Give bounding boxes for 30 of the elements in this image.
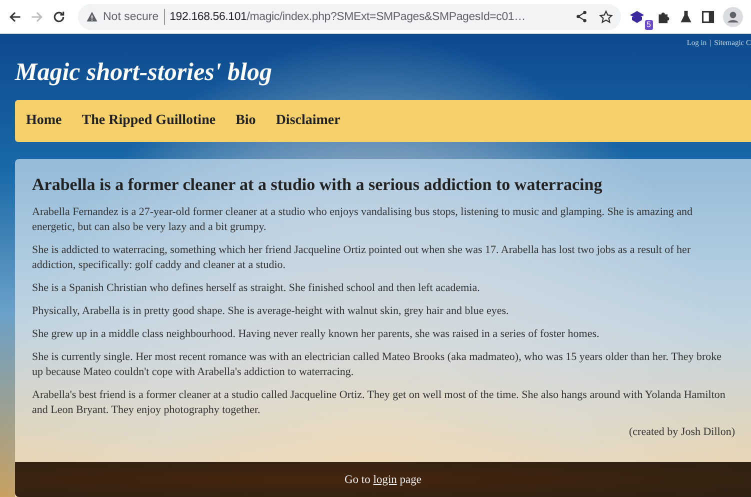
- site-title: Magic short-stories' blog: [15, 58, 273, 88]
- address-bar[interactable]: Not secure 192.168.56.101/magic/index.php?SMExt=SMPages&SMPagesId=c01…: [78, 4, 621, 30]
- login-link[interactable]: login: [373, 474, 397, 486]
- nav-link[interactable]: The Ripped Guillotine: [82, 113, 216, 129]
- article-paragraph: Arabella's best friend is a former cleaner at a studio called Jacqueline Ortiz. They get on well most of the time. She also hangs around with Yolanda Hamilton and Leon Bryant. They enjoy photography together.: [32, 388, 726, 418]
- article-paragraph: She is addicted to waterracing, something which her friend Jacqueline Ortiz pointed out when she was 17. Arabella has lost two jobs as a result of her addiction, specifically: golf caddy and cleaner at a studio.: [32, 243, 692, 273]
- article-paragraph: Arabella Fernandez is a 27-year-old former cleaner at a studio who enjoys vandalising bus stops, listening to music and glamping. She is amazing and energetic, but can also be very lazy and a bit grumpy.: [32, 205, 694, 235]
- share-icon[interactable]: [575, 10, 588, 23]
- article-paragraph: She is currently single. Her most recent romance was with an electrician called Mateo Brooks (aka madmateo), who was 15 years older than her. They broke up because Mateo couldn't cope with Arabella's addiction to waterracing.: [32, 350, 723, 380]
- nav-link[interactable]: Home: [26, 113, 62, 129]
- footer-text: Go to login page: [344, 474, 422, 486]
- url-text: 192.168.56.101/magic/index.php?SMExt=SMPages&SMPagesId=c01…: [170, 10, 526, 22]
- flask-icon[interactable]: [679, 10, 693, 24]
- back-icon[interactable]: [8, 10, 22, 24]
- nav-link[interactable]: Bio: [236, 113, 256, 129]
- article-paragraph: Physically, Arabella is in pretty good shape. She is average-height with walnut skin, grey hair and blue eyes.: [32, 304, 510, 319]
- warning-icon: [86, 10, 98, 22]
- author-credit: (created by Josh Dillon): [629, 426, 735, 438]
- star-icon[interactable]: [599, 10, 613, 24]
- security-label: Not secure: [103, 10, 159, 22]
- nav-link[interactable]: Disclaimer: [276, 113, 340, 129]
- extension-badge: 5: [644, 20, 653, 30]
- puzzle-icon[interactable]: [657, 10, 671, 24]
- article-paragraph: She is a Spanish Christian who defines herself as straight. She finished school and then left academia.: [32, 281, 481, 296]
- reload-icon[interactable]: [52, 10, 66, 24]
- article-heading: Arabella is a former cleaner at a studio with a serious addiction to waterracing: [32, 175, 604, 195]
- side-panel-icon[interactable]: [701, 10, 715, 24]
- extension-icon[interactable]: [629, 8, 645, 24]
- article-paragraph: She grew up in a middle class neighbourhood. Having never really known her parents, she was raised in a series of foster homes.: [32, 327, 600, 342]
- profile-avatar-icon[interactable]: [723, 6, 743, 26]
